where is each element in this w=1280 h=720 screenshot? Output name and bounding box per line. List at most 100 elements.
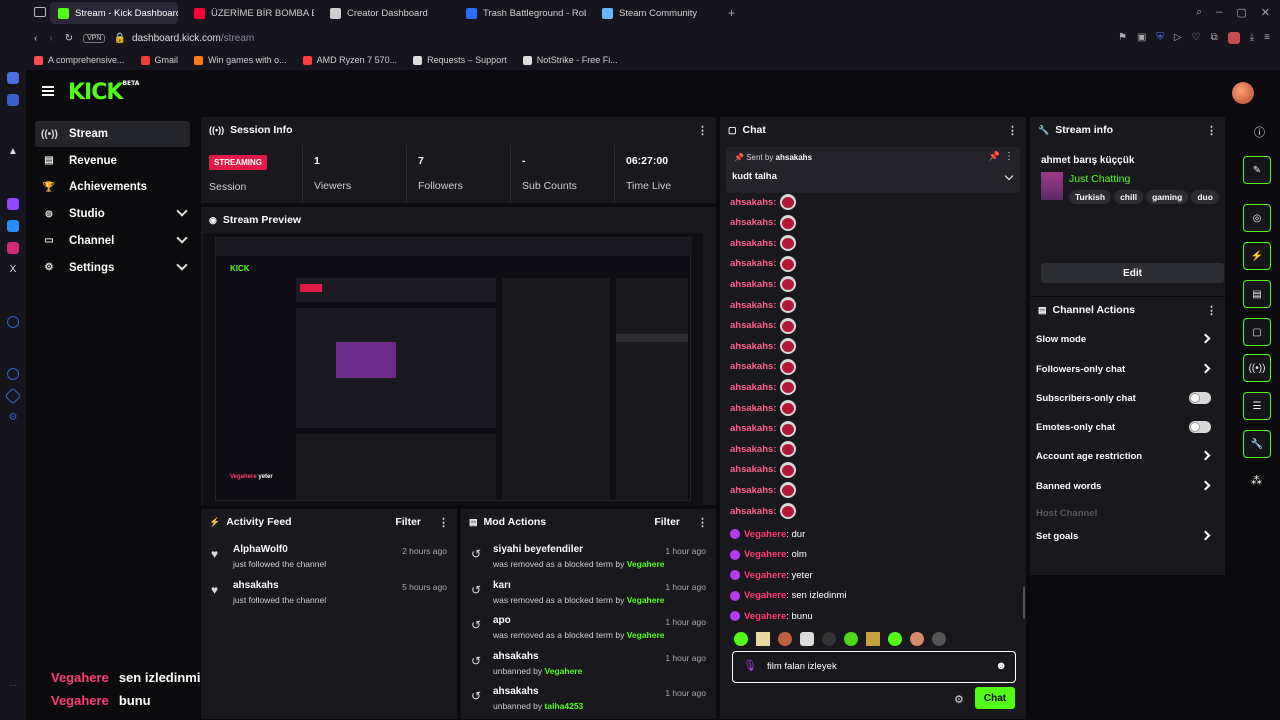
moderator-name[interactable]: Vegahere [627, 559, 665, 569]
more-icon[interactable]: ··· [7, 680, 19, 692]
chat-message[interactable]: ahsakahs: [730, 275, 797, 293]
chat-username[interactable]: ahsakahs: [730, 464, 776, 475]
chat-username[interactable]: ahsakahs: [730, 444, 776, 455]
channel-action-banned-words[interactable]: Banned words [1036, 472, 1225, 500]
reload-icon[interactable]: ↻ [65, 33, 73, 44]
user-avatar[interactable] [1232, 82, 1254, 104]
toggle-switch[interactable] [1189, 392, 1211, 404]
edit-tool-button[interactable]: ✎ [1243, 156, 1271, 184]
chat-username[interactable]: ahsakahs: [730, 423, 776, 434]
emote-option[interactable] [734, 632, 748, 646]
chat-input-field[interactable]: 🎙 film falan izleyek ☻ [732, 651, 1016, 683]
new-tab-button[interactable]: + [728, 6, 735, 20]
undo-icon[interactable]: ↺ [471, 583, 481, 597]
more-options-icon[interactable]: ⋮ [438, 516, 449, 529]
shield-icon[interactable]: ⛨ [1156, 32, 1164, 44]
emote-option[interactable] [844, 632, 858, 646]
download-icon[interactable]: ⤓ [1250, 32, 1254, 44]
aria-icon[interactable]: ▲ [7, 146, 19, 158]
more-options-icon[interactable]: ⋮ [697, 516, 708, 529]
moderator-name[interactable]: Vegahere [627, 630, 665, 640]
stream-tag[interactable]: duo [1191, 190, 1219, 204]
send-chat-button[interactable]: Chat [975, 687, 1015, 709]
nav-item-studio[interactable]: ⊚ Studio [35, 201, 190, 227]
mic-icon[interactable]: 🎙 [743, 659, 757, 672]
chat-message[interactable]: ahsakahs: [730, 420, 797, 438]
chevron-down-icon[interactable] [176, 258, 188, 271]
broadcast-tool-button[interactable]: ((•)) [1243, 354, 1271, 382]
instagram-icon[interactable] [7, 242, 19, 254]
chat-username[interactable]: ahsakahs: [730, 320, 776, 331]
bookmark-item[interactable]: NotStrike - Free Fi... [522, 55, 618, 65]
chat-message[interactable]: ahsakahs: [730, 337, 797, 355]
chat-message[interactable]: ahsakahs: [730, 378, 797, 396]
browser-tab[interactable]: Steam Community [594, 2, 722, 24]
cube-icon[interactable] [4, 387, 22, 405]
chevron-down-icon[interactable] [176, 232, 188, 244]
pinned-message[interactable]: 📌 Sent by ahsakahs kudt talha 📌 ⋮ [726, 147, 1020, 193]
x-icon[interactable]: X [7, 264, 19, 276]
chat-input-value[interactable]: film falan izleyek [767, 661, 837, 672]
chat-message[interactable]: Vegahere: dur [730, 525, 805, 543]
close-window-icon[interactable]: ✕ [1261, 6, 1270, 19]
chat-username[interactable]: Vegahere [744, 611, 786, 622]
search-tabs-icon[interactable]: ⌕ [1196, 6, 1202, 19]
list-tool-button[interactable]: ☰ [1243, 392, 1271, 420]
chat-message[interactable]: ahsakahs: [730, 399, 797, 417]
chat-message[interactable]: Vegahere: olm [730, 546, 807, 564]
emote-option[interactable] [778, 632, 792, 646]
chat-username[interactable]: ahsakahs: [730, 238, 776, 249]
twitch-icon[interactable] [7, 198, 19, 210]
nav-item-stream[interactable]: ((•)) Stream [35, 121, 190, 147]
camera-tool-button[interactable]: ◎ [1243, 204, 1271, 232]
chat-message[interactable]: Vegahere: sen izledinmi [730, 587, 846, 605]
channel-action-emotes-only-chat[interactable]: Emotes-only chat [1036, 413, 1225, 441]
nav-item-achievements[interactable]: 🏆 Achievements [35, 174, 190, 200]
maximize-icon[interactable]: ▢ [1236, 6, 1246, 19]
chat-username[interactable]: ahsakahs: [730, 485, 776, 496]
kick-logo[interactable]: KICKBETA [68, 80, 139, 105]
moderator-name[interactable]: Vegahere [627, 595, 665, 605]
channel-action-slow-mode[interactable]: Slow mode [1036, 325, 1225, 353]
activity-user[interactable]: AlphaWolf0 [233, 544, 288, 555]
stream-tag[interactable]: chill [1114, 190, 1144, 204]
chat-username[interactable]: ahsakahs: [730, 382, 776, 393]
chat-message[interactable]: ahsakahs: [730, 481, 797, 499]
chat-message[interactable]: ahsakahs: [730, 440, 797, 458]
lightning-tool-button[interactable]: ⚡ [1243, 242, 1271, 270]
wrench-tool-button[interactable]: 🔧 [1243, 430, 1271, 458]
channel-action-set-goals[interactable]: Set goals [1036, 522, 1225, 550]
chat-username[interactable]: ahsakahs: [730, 506, 776, 517]
activity-user[interactable]: ahsakahs [233, 580, 279, 591]
nav-item-channel[interactable]: ▭ Channel [35, 228, 190, 254]
chat-username[interactable]: ahsakahs: [730, 403, 776, 414]
profile-avatar[interactable] [1227, 32, 1240, 44]
emoji-icon[interactable]: ☻ [995, 660, 1007, 672]
chat-tool-button[interactable]: ▢ [1243, 318, 1271, 346]
heart-icon[interactable]: ♡ [1192, 32, 1201, 44]
people-icon[interactable]: ⁂ [1251, 474, 1262, 487]
emote-option[interactable] [910, 632, 924, 646]
chat-message[interactable]: ahsakahs: [730, 255, 797, 273]
chat-username[interactable]: ahsakahs: [730, 341, 776, 352]
chat-username[interactable]: ahsakahs: [730, 361, 776, 372]
chat-settings-icon[interactable]: ⚙ [954, 693, 964, 706]
browser-menu-icon[interactable]: ≡ [1264, 32, 1270, 44]
activity-filter-button[interactable]: Filter [395, 516, 421, 528]
undo-icon[interactable]: ↺ [471, 654, 481, 668]
chat-message[interactable]: ahsakahs: [730, 461, 797, 479]
chat-message[interactable]: ahsakahs: [730, 193, 797, 211]
emote-option[interactable] [932, 632, 946, 646]
channel-action-subscribers-only-chat[interactable]: Subscribers-only chat [1036, 384, 1225, 412]
chat-username[interactable]: ahsakahs: [730, 197, 776, 208]
unpin-icon[interactable]: 📌 [989, 151, 1000, 162]
nav-item-settings[interactable]: ⚙ Settings [35, 255, 190, 281]
channel-action-followers-only-chat[interactable]: Followers-only chat [1036, 355, 1225, 383]
document-tool-button[interactable]: ▤ [1243, 280, 1271, 308]
bookmark-icon[interactable]: ⚑ [1118, 32, 1127, 44]
chat-message[interactable]: ahsakahs: [730, 358, 797, 376]
play-icon[interactable]: ▷ [1174, 32, 1182, 44]
bookmark-item[interactable]: AMD Ryzen 7 570... [302, 55, 397, 65]
sidebar-circle-icon[interactable] [7, 316, 19, 328]
stream-tag[interactable]: gaming [1146, 190, 1189, 204]
